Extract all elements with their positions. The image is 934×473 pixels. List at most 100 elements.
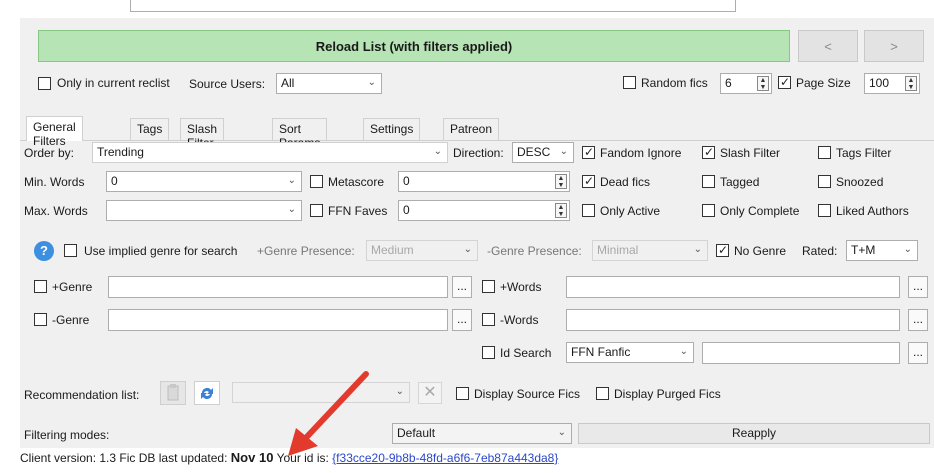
order-by-label: Order by: [24, 146, 75, 160]
filtering-modes-label: Filtering modes: [24, 428, 110, 442]
genre-presence-minus-dropdown[interactable]: Minimal ⌄ [592, 240, 708, 261]
metascore-checkbox[interactable] [310, 175, 323, 191]
prev-page-button[interactable]: < [798, 30, 858, 62]
minus-words-input[interactable] [566, 309, 900, 331]
chevron-down-icon: ⌄ [679, 346, 688, 357]
id-search-label: Id Search [500, 346, 552, 360]
plus-genre-label: +Genre [52, 280, 93, 294]
tab-sort-params[interactable]: Sort Params [272, 118, 328, 150]
id-search-checkbox[interactable] [482, 346, 495, 362]
plus-words-checkbox[interactable] [482, 280, 495, 296]
min-words-input[interactable]: 0 ⌄ [106, 171, 302, 192]
only-active-checkbox[interactable] [582, 204, 595, 220]
minus-genre-browse-button[interactable]: ... [452, 309, 472, 331]
plus-words-browse-button[interactable]: ... [908, 276, 928, 298]
fandom-ignore-label: Fandom Ignore [600, 146, 682, 160]
metascore-spinbox[interactable]: 0 ▲ ▼ [398, 171, 570, 192]
id-search-type-dropdown[interactable]: FFN Fanfic ⌄ [566, 342, 694, 363]
chevron-down-icon: ⌄ [287, 175, 296, 186]
max-words-input[interactable]: ⌄ [106, 200, 302, 221]
id-search-input[interactable] [702, 342, 900, 364]
random-fics-checkbox[interactable] [623, 76, 636, 92]
no-genre-checkbox[interactable] [716, 244, 729, 260]
close-icon[interactable]: ✕ [418, 382, 442, 404]
minus-genre-checkbox[interactable] [34, 313, 47, 329]
plus-words-input[interactable] [566, 276, 900, 298]
spin-arrows-icon[interactable]: ▲ ▼ [555, 174, 567, 189]
only-active-label: Only Active [600, 204, 661, 218]
spin-arrows-icon[interactable]: ▲ ▼ [757, 76, 769, 91]
spin-arrows-icon[interactable]: ▲ ▼ [555, 203, 567, 218]
direction-label: Direction: [453, 146, 504, 160]
snoozed-checkbox[interactable] [818, 175, 831, 191]
fic-db-date: Nov 10 [230, 450, 274, 465]
only-complete-checkbox[interactable] [702, 204, 715, 220]
tab-tags[interactable]: Tags [130, 118, 170, 140]
rated-label: Rated: [802, 244, 838, 258]
rated-dropdown[interactable]: T+M ⌄ [846, 240, 918, 261]
refresh-icon[interactable] [194, 381, 220, 405]
minus-words-checkbox[interactable] [482, 313, 495, 329]
tags-filter-label: Tags Filter [836, 146, 892, 160]
page-size-checkbox[interactable] [778, 76, 791, 92]
random-fics-spinbox[interactable]: 6 ▲ ▼ [720, 73, 772, 94]
plus-genre-input[interactable] [108, 276, 448, 298]
clipboard-icon[interactable] [160, 381, 186, 405]
dead-fics-checkbox[interactable] [582, 175, 595, 191]
filtering-modes-dropdown[interactable]: Default ⌄ [392, 423, 572, 444]
top-input[interactable] [130, 0, 736, 12]
reload-list-button[interactable]: Reload List (with filters applied) [38, 30, 790, 62]
tab-patreon[interactable]: Patreon [443, 118, 500, 140]
chevron-down-icon: ⌄ [367, 77, 376, 88]
dead-fics-label: Dead fics [600, 175, 651, 189]
order-by-dropdown[interactable]: Trending ⌄ [92, 142, 448, 163]
page-size-spinbox[interactable]: 100 ▲ ▼ [864, 73, 920, 94]
minus-words-browse-button[interactable]: ... [908, 309, 928, 331]
id-search-browse-button[interactable]: ... [908, 342, 928, 364]
chevron-down-icon: ⌄ [287, 204, 296, 215]
minus-genre-label: -Genre [52, 313, 90, 327]
tags-filter-checkbox[interactable] [818, 146, 831, 162]
plus-genre-checkbox[interactable] [34, 280, 47, 296]
only-in-reclist-checkbox[interactable] [38, 77, 51, 93]
tagged-label: Tagged [720, 175, 760, 189]
reapply-button[interactable]: Reapply [578, 423, 930, 444]
use-implied-genre-checkbox[interactable] [64, 244, 77, 260]
rec-list-label: Recommendation list: [24, 388, 140, 402]
chevron-down-icon: ⌄ [693, 244, 702, 255]
liked-authors-checkbox[interactable] [818, 204, 831, 220]
chevron-down-icon: ⌄ [463, 244, 472, 255]
rated-value: T+M [851, 243, 876, 257]
only-in-reclist-label: Only in current reclist [57, 76, 170, 90]
direction-value: DESC [517, 145, 551, 159]
help-icon[interactable]: ? [34, 241, 54, 261]
next-page-button[interactable]: > [864, 30, 924, 62]
tab-general-filters[interactable]: General Filters [26, 116, 83, 148]
page-size-value: 100 [869, 76, 890, 90]
client-version: Client version: 1.3 [20, 451, 117, 465]
source-users-label: Source Users: [189, 77, 266, 91]
ffn-faves-checkbox[interactable] [310, 204, 323, 220]
ffn-faves-spinbox[interactable]: 0 ▲ ▼ [398, 200, 570, 221]
chevron-down-icon: ⌄ [903, 244, 912, 255]
source-users-dropdown[interactable]: All ⌄ [276, 73, 382, 94]
display-purged-fics-checkbox[interactable] [596, 387, 609, 403]
genre-presence-plus-dropdown[interactable]: Medium ⌄ [366, 240, 478, 261]
spin-arrows-icon[interactable]: ▲ ▼ [905, 76, 917, 91]
id-search-type-value: FFN Fanfic [571, 345, 631, 359]
genre-presence-minus-value: Minimal [597, 243, 639, 257]
fic-db-label: Fic DB last updated: [119, 451, 228, 465]
filtering-modes-value: Default [397, 426, 436, 440]
fandom-ignore-checkbox[interactable] [582, 146, 595, 162]
direction-dropdown[interactable]: DESC ⌄ [512, 142, 574, 163]
snoozed-label: Snoozed [836, 175, 884, 189]
ffn-faves-label: FFN Faves [328, 204, 388, 218]
tagged-checkbox[interactable] [702, 175, 715, 191]
display-purged-fics-label: Display Purged Fics [614, 387, 721, 401]
minus-genre-input[interactable] [108, 309, 448, 331]
plus-genre-browse-button[interactable]: ... [452, 276, 472, 298]
tab-slash-filter[interactable]: Slash Filter [180, 118, 225, 150]
tab-settings[interactable]: Settings [363, 118, 421, 140]
display-source-fics-checkbox[interactable] [456, 387, 469, 403]
slash-filter-checkbox[interactable] [702, 146, 715, 162]
